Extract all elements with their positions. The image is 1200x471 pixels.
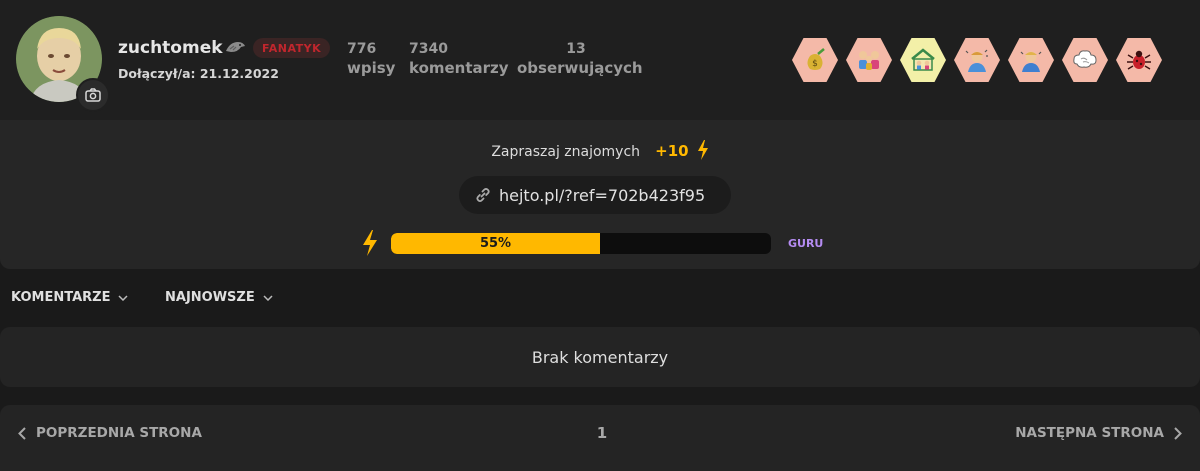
bird-icon [226, 42, 245, 52]
stat-followers-value: 13 [566, 41, 586, 57]
next-page-label: NASTĘPNA STRONA [1015, 425, 1164, 441]
sort-order-label: NAJNOWSZE [165, 290, 255, 305]
invite-bonus: +10 [655, 142, 689, 160]
svg-text:$: $ [812, 59, 818, 69]
username[interactable]: zuchtomek [118, 38, 223, 58]
stat-comments[interactable]: 7340 komentarzy [409, 40, 509, 78]
current-page-number[interactable]: 1 [590, 424, 614, 442]
stat-followers-label: obserwujących [517, 59, 643, 77]
rank-badge: FANATYK [253, 38, 331, 58]
sort-type-label: KOMENTARZE [11, 290, 111, 305]
stat-entries-label: wpisy [347, 59, 396, 77]
invite-panel: Zapraszaj znajomych +10 hejto.pl/?ref=70… [0, 120, 1200, 269]
invite-text: Zapraszaj znajomych [491, 144, 641, 160]
chevron-right-icon [1174, 426, 1182, 440]
previous-page-button[interactable]: POPRZEDNIA STRONA [18, 425, 202, 441]
referral-link[interactable]: hejto.pl/?ref=702b423f95 [459, 176, 731, 214]
empty-comments-text: Brak komentarzy [531, 347, 669, 367]
join-date: Dołączył/a: 21.12.2022 [118, 66, 279, 81]
sort-order-dropdown[interactable]: NAJNOWSZE [165, 290, 273, 305]
pagination: POPRZEDNIA STRONA 1 NASTĘPNA STRONA [0, 405, 1200, 471]
red-bug-badge[interactable] [1116, 38, 1162, 82]
achievement-badges: $ [792, 38, 1162, 82]
level-progress: 55% GURU [0, 230, 1200, 256]
progress-bar-fill: 55% [391, 233, 600, 254]
change-avatar-button[interactable] [76, 78, 110, 112]
stat-comments-label: komentarzy [409, 59, 509, 77]
previous-page-label: POPRZEDNIA STRONA [36, 425, 202, 441]
link-icon [476, 188, 490, 202]
next-page-button[interactable]: NASTĘPNA STRONA [1015, 425, 1182, 441]
avatar-container [16, 16, 110, 112]
money-bag-badge[interactable]: $ [792, 38, 838, 82]
group-people-badge[interactable] [846, 38, 892, 82]
sort-bar: KOMENTARZE NAJNOWSZE [0, 284, 1200, 312]
chevron-down-icon [118, 294, 129, 301]
stat-comments-value: 7340 [409, 41, 448, 57]
community-house-badge[interactable] [900, 38, 946, 82]
lightning-icon [363, 230, 377, 256]
progress-percent: 55% [479, 236, 512, 251]
stat-entries[interactable]: 776 wpisy [347, 40, 395, 78]
sort-type-dropdown[interactable]: KOMENTARZE [11, 290, 129, 305]
lightning-icon [697, 140, 708, 160]
stat-entries-value: 776 [347, 41, 377, 57]
person-sparkles-badge[interactable] [954, 38, 1000, 82]
person-blue-badge[interactable] [1008, 38, 1054, 82]
progress-bar: 55% [391, 233, 771, 254]
camera-icon [85, 88, 101, 102]
comments-empty-state: Brak komentarzy [0, 327, 1200, 387]
brain-cloud-badge[interactable] [1062, 38, 1108, 82]
invite-row: Zapraszaj znajomych +10 [0, 140, 1200, 160]
next-level-label: GURU [788, 237, 824, 250]
chevron-down-icon [263, 294, 273, 301]
chevron-left-icon [18, 426, 26, 440]
stat-followers[interactable]: 13 obserwujących [517, 40, 643, 78]
referral-link-text: hejto.pl/?ref=702b423f95 [499, 185, 706, 205]
profile-header: zuchtomek FANATYK Dołączył/a: 21.12.2022… [0, 0, 1200, 120]
